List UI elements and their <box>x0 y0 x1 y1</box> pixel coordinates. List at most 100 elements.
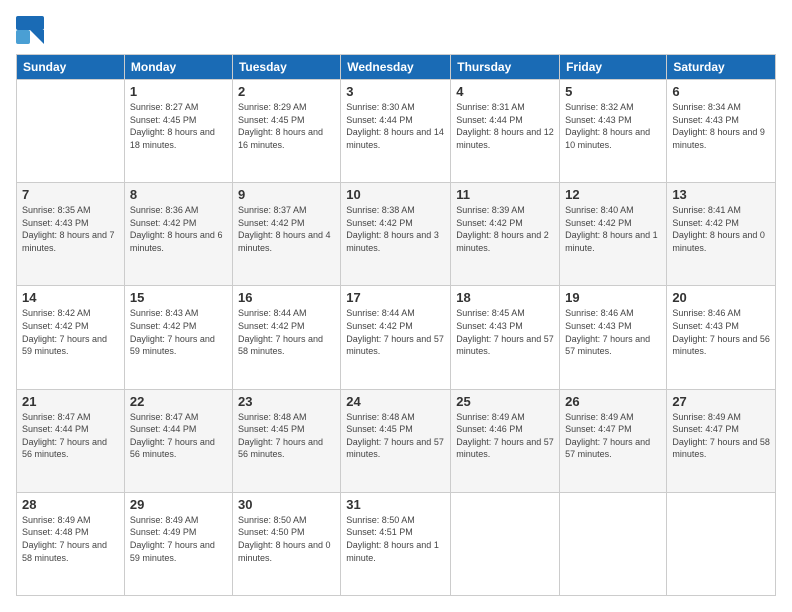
header-monday: Monday <box>124 55 232 80</box>
calendar-cell: 14Sunrise: 8:42 AMSunset: 4:42 PMDayligh… <box>17 286 125 389</box>
day-info: Sunrise: 8:27 AMSunset: 4:45 PMDaylight:… <box>130 101 227 151</box>
day-number: 26 <box>565 394 661 409</box>
calendar-week-row: 28Sunrise: 8:49 AMSunset: 4:48 PMDayligh… <box>17 492 776 595</box>
day-info: Sunrise: 8:38 AMSunset: 4:42 PMDaylight:… <box>346 204 445 254</box>
calendar-week-row: 14Sunrise: 8:42 AMSunset: 4:42 PMDayligh… <box>17 286 776 389</box>
day-number: 29 <box>130 497 227 512</box>
day-info: Sunrise: 8:47 AMSunset: 4:44 PMDaylight:… <box>22 411 119 461</box>
day-info: Sunrise: 8:49 AMSunset: 4:49 PMDaylight:… <box>130 514 227 564</box>
day-number: 23 <box>238 394 335 409</box>
day-number: 24 <box>346 394 445 409</box>
header-friday: Friday <box>560 55 667 80</box>
calendar-week-row: 21 Sunrise: 8:47 AMSunset: 4:44 PMDayligh… <box>17 389 776 492</box>
logo-icon <box>16 16 44 44</box>
logo <box>16 16 48 44</box>
day-number: 17 <box>346 290 445 305</box>
calendar-cell: 30 Sunrise: 8:50 AMSunset: 4:50 PMDayligh… <box>232 492 340 595</box>
calendar-cell: 21 Sunrise: 8:47 AMSunset: 4:44 PMDayligh… <box>17 389 125 492</box>
day-info: Sunrise: 8:46 AMSunset: 4:43 PMDaylight:… <box>565 307 661 357</box>
calendar-cell: 1 Sunrise: 8:27 AMSunset: 4:45 PMDaylight… <box>124 80 232 183</box>
day-number: 30 <box>238 497 335 512</box>
day-info: Sunrise: 8:43 AMSunset: 4:42 PMDaylight:… <box>130 307 227 357</box>
calendar-cell: 5Sunrise: 8:32 AMSunset: 4:43 PMDaylight… <box>560 80 667 183</box>
day-number: 25 <box>456 394 554 409</box>
day-number: 27 <box>672 394 770 409</box>
calendar-cell <box>560 492 667 595</box>
calendar-cell: 26 Sunrise: 8:49 AMSunset: 4:47 PMDayligh… <box>560 389 667 492</box>
day-info: Sunrise: 8:41 AMSunset: 4:42 PMDaylight:… <box>672 204 770 254</box>
day-info: Sunrise: 8:49 AMSunset: 4:47 PMDaylight:… <box>565 411 661 461</box>
calendar-cell: 4 Sunrise: 8:31 AMSunset: 4:44 PMDaylight… <box>451 80 560 183</box>
day-number: 15 <box>130 290 227 305</box>
day-info: Sunrise: 8:39 AMSunset: 4:42 PMDaylight:… <box>456 204 554 254</box>
day-number: 19 <box>565 290 661 305</box>
calendar-cell: 23 Sunrise: 8:48 AMSunset: 4:45 PMDayligh… <box>232 389 340 492</box>
calendar-cell: 16 Sunrise: 8:44 AMSunset: 4:42 PMDayligh… <box>232 286 340 389</box>
day-info: Sunrise: 8:50 AMSunset: 4:51 PMDaylight:… <box>346 514 445 564</box>
weekday-header-row: Sunday Monday Tuesday Wednesday Thursday… <box>17 55 776 80</box>
calendar-cell: 8Sunrise: 8:36 AMSunset: 4:42 PMDaylight… <box>124 183 232 286</box>
calendar-table: Sunday Monday Tuesday Wednesday Thursday… <box>16 54 776 596</box>
calendar-cell: 13 Sunrise: 8:41 AMSunset: 4:42 PMDayligh… <box>667 183 776 286</box>
day-number: 9 <box>238 187 335 202</box>
day-number: 2 <box>238 84 335 99</box>
calendar-cell: 18 Sunrise: 8:45 AMSunset: 4:43 PMDayligh… <box>451 286 560 389</box>
day-info: Sunrise: 8:46 AMSunset: 4:43 PMDaylight:… <box>672 307 770 357</box>
day-info: Sunrise: 8:49 AMSunset: 4:46 PMDaylight:… <box>456 411 554 461</box>
calendar-week-row: 1 Sunrise: 8:27 AMSunset: 4:45 PMDaylight… <box>17 80 776 183</box>
day-number: 21 <box>22 394 119 409</box>
day-number: 3 <box>346 84 445 99</box>
day-number: 13 <box>672 187 770 202</box>
calendar-cell: 3 Sunrise: 8:30 AMSunset: 4:44 PMDaylight… <box>341 80 451 183</box>
calendar-cell: 28Sunrise: 8:49 AMSunset: 4:48 PMDayligh… <box>17 492 125 595</box>
day-number: 8 <box>130 187 227 202</box>
day-number: 20 <box>672 290 770 305</box>
day-number: 11 <box>456 187 554 202</box>
day-info: Sunrise: 8:45 AMSunset: 4:43 PMDaylight:… <box>456 307 554 357</box>
calendar-cell <box>667 492 776 595</box>
calendar-cell: 22 Sunrise: 8:47 AMSunset: 4:44 PMDayligh… <box>124 389 232 492</box>
header-thursday: Thursday <box>451 55 560 80</box>
day-info: Sunrise: 8:37 AMSunset: 4:42 PMDaylight:… <box>238 204 335 254</box>
day-number: 22 <box>130 394 227 409</box>
day-info: Sunrise: 8:35 AMSunset: 4:43 PMDaylight:… <box>22 204 119 254</box>
day-info: Sunrise: 8:50 AMSunset: 4:50 PMDaylight:… <box>238 514 335 564</box>
day-info: Sunrise: 8:32 AMSunset: 4:43 PMDaylight:… <box>565 101 661 151</box>
day-number: 16 <box>238 290 335 305</box>
calendar-cell: 7 Sunrise: 8:35 AMSunset: 4:43 PMDaylight… <box>17 183 125 286</box>
day-info: Sunrise: 8:30 AMSunset: 4:44 PMDaylight:… <box>346 101 445 151</box>
day-info: Sunrise: 8:49 AMSunset: 4:47 PMDaylight:… <box>672 411 770 461</box>
calendar-week-row: 7 Sunrise: 8:35 AMSunset: 4:43 PMDaylight… <box>17 183 776 286</box>
calendar-cell: 6Sunrise: 8:34 AMSunset: 4:43 PMDaylight… <box>667 80 776 183</box>
day-info: Sunrise: 8:48 AMSunset: 4:45 PMDaylight:… <box>238 411 335 461</box>
calendar-cell: 11 Sunrise: 8:39 AMSunset: 4:42 PMDayligh… <box>451 183 560 286</box>
day-info: Sunrise: 8:31 AMSunset: 4:44 PMDaylight:… <box>456 101 554 151</box>
day-number: 12 <box>565 187 661 202</box>
header-wednesday: Wednesday <box>341 55 451 80</box>
day-info: Sunrise: 8:49 AMSunset: 4:48 PMDaylight:… <box>22 514 119 564</box>
day-number: 10 <box>346 187 445 202</box>
day-number: 6 <box>672 84 770 99</box>
calendar-page: Sunday Monday Tuesday Wednesday Thursday… <box>0 0 792 612</box>
calendar-cell: 9 Sunrise: 8:37 AMSunset: 4:42 PMDaylight… <box>232 183 340 286</box>
calendar-cell: 27 Sunrise: 8:49 AMSunset: 4:47 PMDayligh… <box>667 389 776 492</box>
header-sunday: Sunday <box>17 55 125 80</box>
calendar-cell: 12Sunrise: 8:40 AMSunset: 4:42 PMDayligh… <box>560 183 667 286</box>
day-number: 31 <box>346 497 445 512</box>
calendar-cell: 17 Sunrise: 8:44 AMSunset: 4:42 PMDayligh… <box>341 286 451 389</box>
calendar-cell: 2Sunrise: 8:29 AMSunset: 4:45 PMDaylight… <box>232 80 340 183</box>
calendar-cell: 15 Sunrise: 8:43 AMSunset: 4:42 PMDayligh… <box>124 286 232 389</box>
calendar-cell: 31 Sunrise: 8:50 AMSunset: 4:51 PMDayligh… <box>341 492 451 595</box>
calendar-cell: 25 Sunrise: 8:49 AMSunset: 4:46 PMDayligh… <box>451 389 560 492</box>
header-tuesday: Tuesday <box>232 55 340 80</box>
day-number: 1 <box>130 84 227 99</box>
day-info: Sunrise: 8:47 AMSunset: 4:44 PMDaylight:… <box>130 411 227 461</box>
day-number: 18 <box>456 290 554 305</box>
day-number: 14 <box>22 290 119 305</box>
day-number: 4 <box>456 84 554 99</box>
calendar-cell <box>451 492 560 595</box>
day-number: 7 <box>22 187 119 202</box>
day-info: Sunrise: 8:44 AMSunset: 4:42 PMDaylight:… <box>346 307 445 357</box>
day-info: Sunrise: 8:44 AMSunset: 4:42 PMDaylight:… <box>238 307 335 357</box>
calendar-cell: 20 Sunrise: 8:46 AMSunset: 4:43 PMDayligh… <box>667 286 776 389</box>
